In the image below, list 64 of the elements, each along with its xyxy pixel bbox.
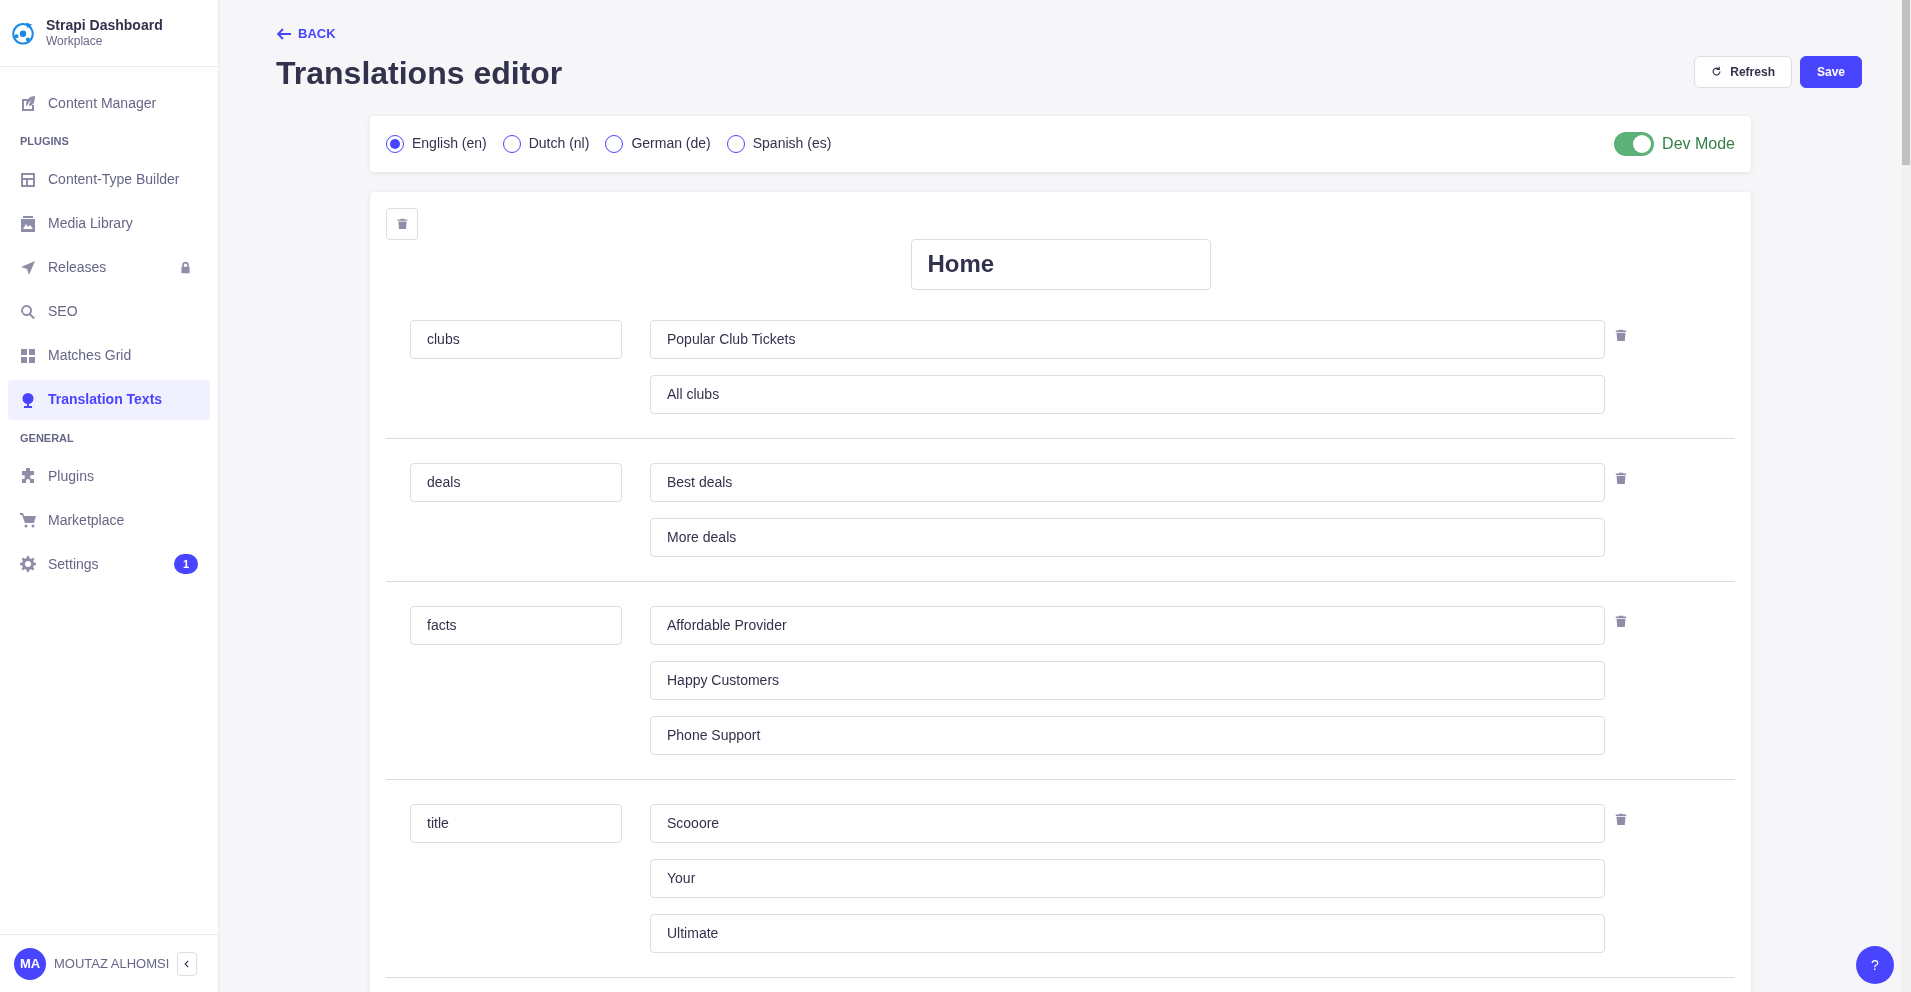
language-radio[interactable]: English (en) — [386, 133, 487, 155]
puzzle-icon — [20, 468, 36, 484]
sidebar-item[interactable]: Releases — [8, 247, 210, 288]
translation-field[interactable]: Phone Support — [650, 715, 1605, 755]
brand-title: Strapi Dashboard — [46, 17, 163, 35]
workspace-name: Workplace — [46, 34, 104, 49]
translation-field[interactable]: More deals — [650, 517, 1605, 557]
back-link[interactable]: BACK — [276, 24, 336, 44]
key-field[interactable]: title — [410, 803, 622, 843]
key-field[interactable]: facts — [410, 605, 622, 645]
collapse-button[interactable] — [177, 951, 198, 976]
translation-field[interactable]: Happy Customers — [650, 660, 1605, 700]
sidebar-item[interactable]: Marketplace — [8, 500, 210, 540]
language-radio[interactable]: German (de) — [605, 133, 711, 155]
trash-icon[interactable] — [1615, 812, 1627, 825]
translation-field[interactable]: Your — [650, 858, 1605, 898]
trash-icon[interactable] — [1615, 328, 1627, 341]
sidebar-item[interactable]: Translation Texts — [8, 379, 210, 420]
refresh-button[interactable]: Refresh — [1694, 55, 1792, 88]
search-icon — [20, 303, 36, 320]
sidebar-item[interactable]: SEO — [8, 291, 210, 332]
section-title-field[interactable]: Home — [910, 238, 1211, 290]
section-heading: PLUGINS — [19, 134, 70, 149]
translation-field[interactable]: Best deals — [650, 462, 1605, 502]
feather-icon — [20, 95, 36, 111]
key-field[interactable]: clubs — [410, 319, 622, 359]
sidebar-item[interactable]: Content Manager — [8, 83, 210, 123]
translation-field[interactable]: Popular Club Tickets — [650, 319, 1605, 359]
sidebar-item[interactable]: Settings 1 — [8, 544, 210, 584]
user-name: MOUTAZ ALHOMSI — [54, 954, 170, 973]
toggle-switch[interactable] — [1614, 131, 1655, 156]
key-field[interactable]: deals — [410, 462, 622, 502]
sidebar-item[interactable]: Matches Grid — [8, 335, 210, 376]
cart-icon — [20, 512, 36, 528]
translation-field[interactable]: Scooore — [650, 803, 1605, 843]
gear-icon — [20, 556, 36, 572]
translation-field[interactable]: All clubs — [650, 374, 1605, 414]
translation-field[interactable]: Ultimate — [650, 913, 1605, 953]
section-heading: GENERAL — [19, 430, 75, 446]
translation-field[interactable]: Affordable Provider — [650, 605, 1605, 645]
toggle-label: Dev Mode — [1662, 133, 1735, 154]
delete-button[interactable] — [386, 207, 418, 240]
globe-icon — [20, 391, 36, 408]
sidebar-item[interactable]: Media Library — [8, 203, 210, 244]
trash-icon[interactable] — [1615, 471, 1627, 484]
language-radio[interactable]: Spanish (es) — [726, 133, 832, 155]
grid-icon — [20, 347, 36, 364]
language-radio[interactable]: Dutch (nl) — [502, 133, 590, 155]
user-avatar: MA — [14, 947, 46, 980]
logo-icon — [10, 20, 36, 46]
arrow-left-icon — [276, 25, 292, 42]
help-button[interactable]: ? — [1856, 946, 1894, 984]
trash-icon[interactable] — [1615, 614, 1627, 627]
layout-icon — [20, 171, 36, 188]
sidebar-item[interactable]: Plugins — [8, 456, 210, 496]
image-icon — [20, 215, 36, 232]
notification-badge: 1 — [174, 554, 198, 574]
page-title: Translations editor — [276, 53, 563, 92]
trash-icon — [396, 218, 408, 230]
refresh-icon — [1711, 66, 1723, 78]
scrollbar[interactable] — [1901, 0, 1911, 992]
save-button[interactable]: Save — [1799, 55, 1862, 88]
paper-plane-icon — [20, 259, 36, 276]
sidebar-item[interactable]: Content-Type Builder — [8, 159, 210, 200]
